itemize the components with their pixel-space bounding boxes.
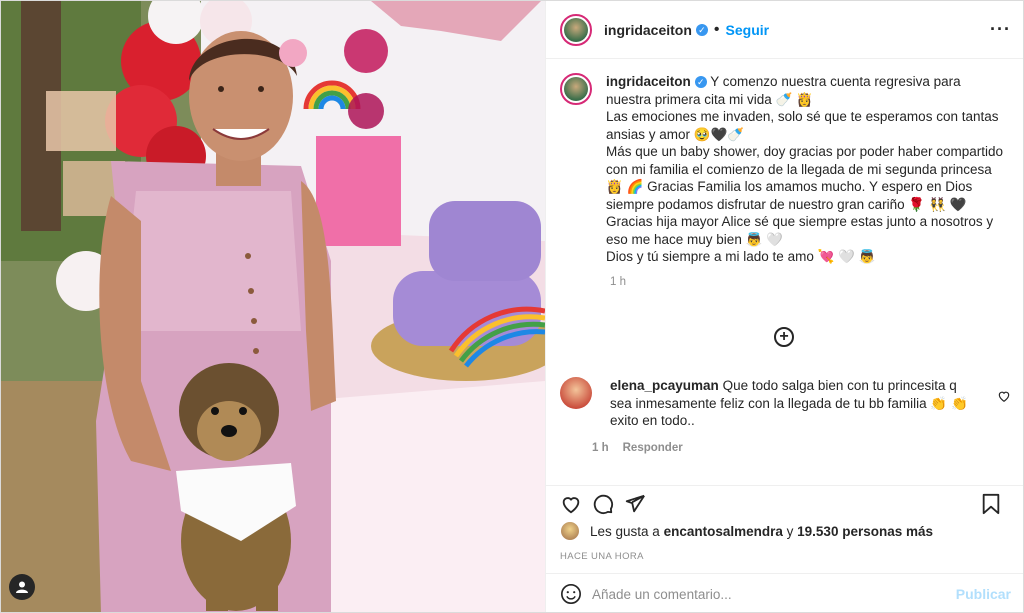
author-username[interactable]: ingridaceiton	[604, 22, 692, 38]
more-horizontal-icon[interactable]: ···	[990, 19, 1011, 40]
tagged-user-icon[interactable]	[9, 574, 35, 600]
comment-body: elena_pcayuman Que todo salga bien con t…	[610, 377, 970, 430]
publish-button[interactable]: Publicar	[956, 586, 1011, 602]
comment-meta: 1 h Responder	[592, 442, 970, 454]
comments-area: ingridaceiton ✓ Y comenzo nuestra cuenta …	[546, 59, 1023, 485]
emoji-smiley-icon[interactable]	[560, 583, 582, 605]
likes-count[interactable]: 19.530 personas más	[797, 524, 933, 539]
commenter-username[interactable]: elena_pcayuman	[610, 378, 719, 393]
post-caption: ingridaceiton ✓ Y comenzo nuestra cuenta …	[606, 73, 1009, 266]
caption-author-avatar[interactable]	[560, 73, 592, 105]
liker-username[interactable]: encantosalmendra	[664, 524, 783, 539]
separator-dot: •	[713, 20, 720, 38]
verified-badge-icon: ✓	[695, 23, 708, 36]
post-side-panel: ingridaceiton ✓ • Seguir ··· ingridaceit…	[545, 1, 1023, 612]
post-actions-bar	[546, 485, 1023, 521]
comment-like-heart-icon[interactable]	[997, 389, 1011, 403]
liker-avatar[interactable]	[560, 521, 580, 541]
save-bookmark-icon[interactable]	[981, 493, 1001, 515]
caption-text: Y comenzo nuestra cuenta regresiva para …	[606, 74, 1003, 264]
load-more-comments-icon[interactable]: +	[774, 327, 794, 347]
share-send-icon[interactable]	[624, 493, 646, 515]
comment-item: elena_pcayuman Que todo salga bien con t…	[560, 377, 1011, 454]
post-photo[interactable]	[1, 1, 545, 612]
reply-button[interactable]: Responder	[623, 442, 683, 454]
caption-username[interactable]: ingridaceiton	[606, 74, 691, 89]
post-caption-block: ingridaceiton ✓ Y comenzo nuestra cuenta …	[560, 73, 1009, 266]
post-timestamp[interactable]: HACE UNA HORA	[560, 551, 644, 562]
commenter-avatar[interactable]	[560, 377, 592, 409]
add-comment-bar: Añade un comentario... Publicar	[546, 573, 1023, 612]
likes-connector: y	[786, 523, 794, 539]
caption-time: 1 h	[610, 275, 626, 288]
comment-time: 1 h	[592, 441, 609, 454]
comment-bubble-icon[interactable]	[592, 493, 614, 515]
likes-prefix: Les gusta a	[590, 523, 660, 539]
post-photo-illustration	[1, 1, 545, 612]
author-avatar[interactable]	[560, 13, 592, 46]
verified-badge-icon: ✓	[694, 76, 707, 89]
instagram-post-window: ingridaceiton ✓ • Seguir ··· ingridaceit…	[0, 0, 1024, 613]
add-comment-input[interactable]: Añade un comentario...	[592, 587, 956, 602]
post-header: ingridaceiton ✓ • Seguir ···	[546, 1, 1023, 59]
follow-button[interactable]: Seguir	[726, 22, 770, 38]
likes-summary: Les gusta a encantosalmendra y 19.530 pe…	[560, 521, 1011, 541]
like-heart-icon[interactable]	[560, 493, 582, 515]
